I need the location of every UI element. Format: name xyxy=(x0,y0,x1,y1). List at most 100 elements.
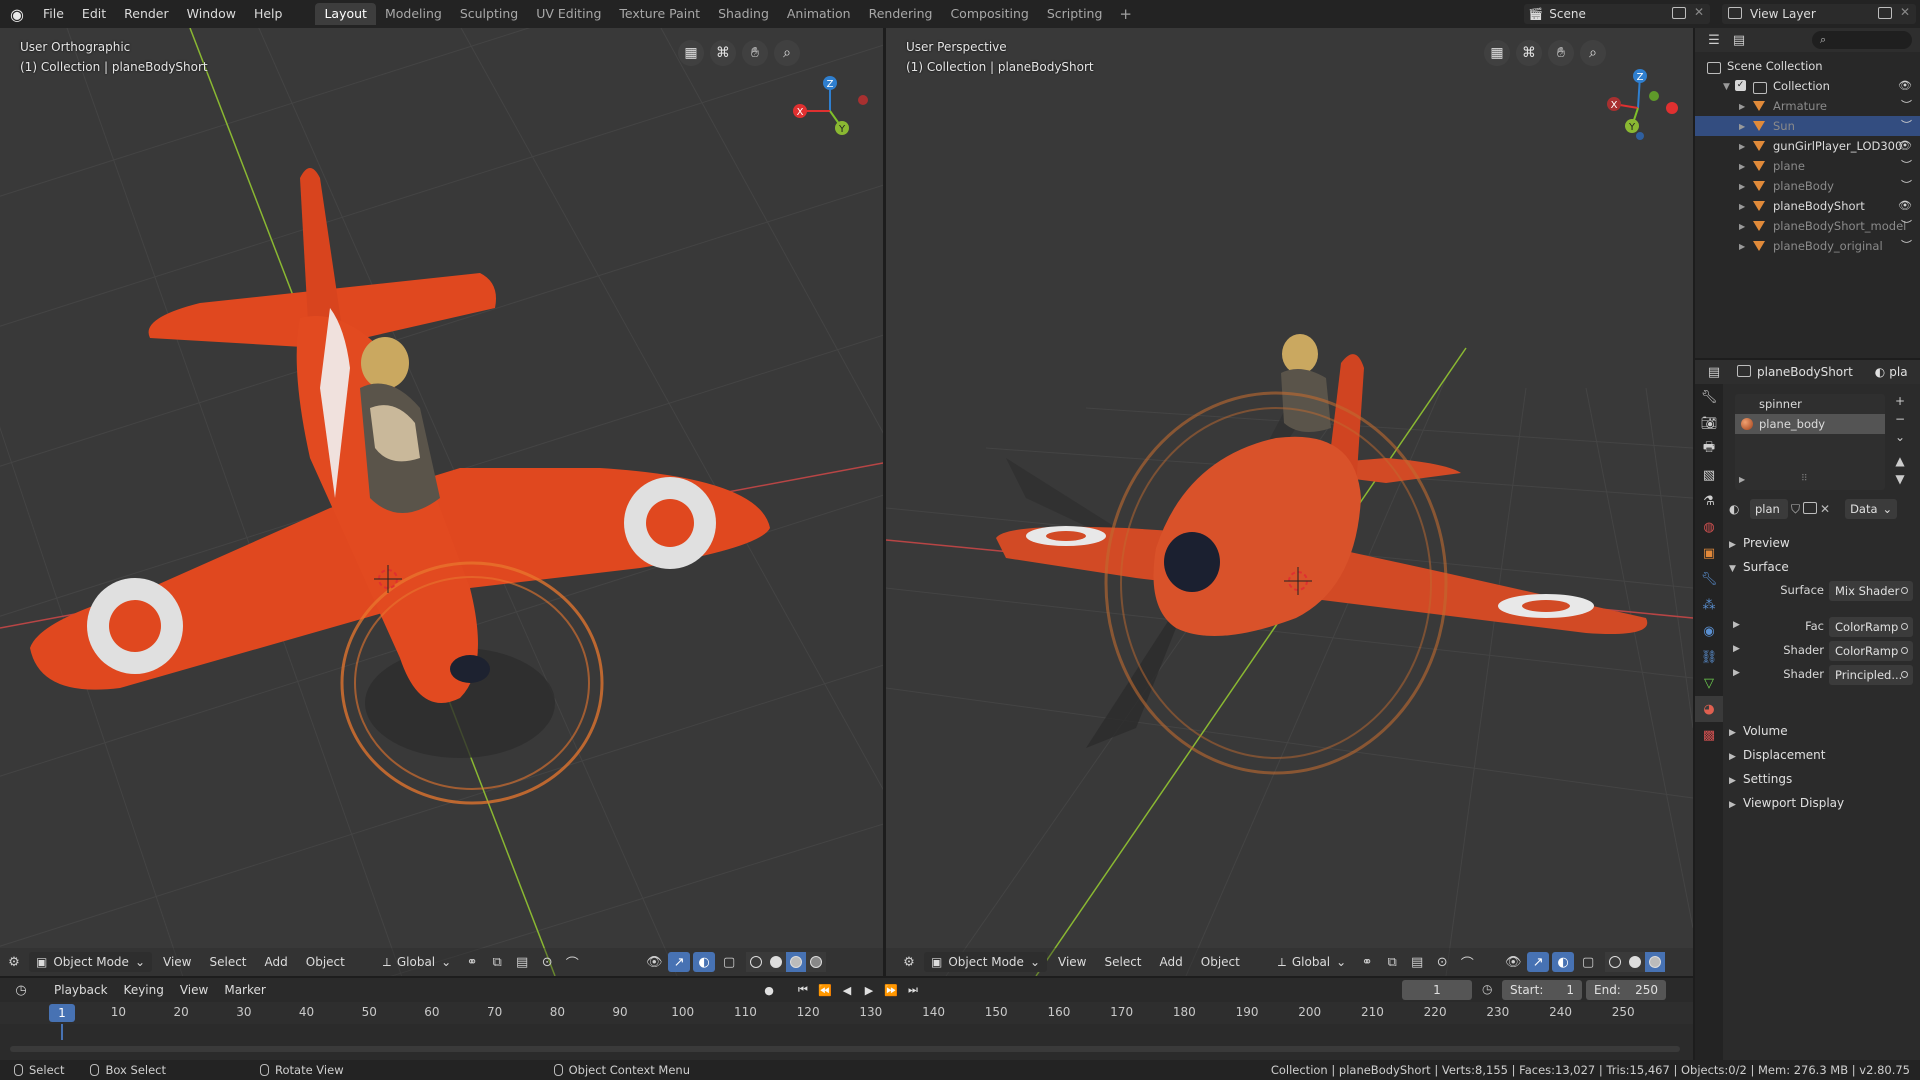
menu-file[interactable]: File xyxy=(34,0,73,28)
eye-icon[interactable]: ︶ xyxy=(1901,176,1912,196)
expand-arrow-icon[interactable]: ▶ xyxy=(1739,237,1745,257)
scene-selector[interactable]: 🎬︎ Scene ✕ xyxy=(1524,4,1710,24)
panel-volume[interactable]: ▶ Volume xyxy=(1729,720,1788,742)
texture-tab-icon[interactable]: ▩ xyxy=(1695,722,1723,748)
proportional-edit-icon[interactable]: ⊙ xyxy=(536,952,558,972)
tab-modeling[interactable]: Modeling xyxy=(376,3,451,25)
shader-input-value[interactable]: Mix Shader xyxy=(1829,581,1913,601)
shader-input-value[interactable]: ColorRamp xyxy=(1829,617,1913,637)
eye-icon[interactable]: ︶ xyxy=(1901,236,1912,256)
tool-tab-icon[interactable]: 🔧︎ xyxy=(1695,384,1723,410)
editor-type-icon[interactable]: ⚙ xyxy=(898,952,920,972)
pivot-icon[interactable]: ⚭ xyxy=(461,952,483,972)
eye-icon[interactable]: 👁︎ xyxy=(1898,76,1912,96)
expand-arrow-icon[interactable]: ▶ xyxy=(1739,117,1745,137)
menu-marker[interactable]: Marker xyxy=(216,983,273,997)
expand-arrow-icon[interactable]: ▶ xyxy=(1739,97,1745,117)
outliner-row-collection[interactable]: ▼ ✓ Collection 👁︎ xyxy=(1695,76,1920,96)
remove-slot-icon[interactable]: − xyxy=(1891,412,1909,430)
pan-hand-icon[interactable]: ✋︎ xyxy=(1548,40,1574,66)
timeline-editor-type-icon[interactable]: ◷ xyxy=(10,980,32,1000)
menu-object[interactable]: Object xyxy=(1194,952,1247,972)
menu-view[interactable]: View xyxy=(156,952,198,972)
outliner-row-object[interactable]: ▶ gunGirlPlayer_LOD300 👁︎ xyxy=(1695,136,1920,156)
output-tab-icon[interactable]: 🖶 xyxy=(1695,436,1723,462)
world-tab-icon[interactable]: ◍ xyxy=(1695,514,1723,540)
viewport-left[interactable]: Z X Y User Orthographic (1) Collection |… xyxy=(0,28,883,976)
record-icon[interactable]: ● xyxy=(760,980,778,1000)
outliner-row-object[interactable]: ▶ plane ︶ xyxy=(1695,156,1920,176)
expand-arrow-icon[interactable]: ▶ xyxy=(1739,197,1745,217)
visibility-icon[interactable]: 👁︎ xyxy=(643,952,665,972)
close-scene-icon[interactable]: ✕ xyxy=(1694,5,1704,19)
overlay-toggle-icon[interactable]: ◐ xyxy=(693,952,716,972)
material-tab-icon[interactable]: ◕ xyxy=(1695,696,1723,722)
jump-start-icon[interactable]: ⏮ xyxy=(794,980,812,1000)
menu-add[interactable]: Add xyxy=(1153,952,1190,972)
visibility-icon[interactable]: 👁︎ xyxy=(1502,952,1524,972)
current-frame-indicator[interactable]: 1 xyxy=(49,1004,75,1022)
play-icon[interactable]: ▶ xyxy=(860,980,878,1000)
zoom-icon[interactable]: ⌕ xyxy=(774,40,800,66)
snap-target-icon[interactable]: ▤ xyxy=(511,952,533,972)
snap-icon[interactable]: ⧉ xyxy=(1381,952,1403,972)
jump-end-icon[interactable]: ⏭ xyxy=(904,980,922,1000)
wireframe-shading-icon[interactable] xyxy=(1605,952,1626,972)
material-slot-list[interactable]: spinner plane_body ▶ ⠿ xyxy=(1735,394,1885,490)
shader-input-value[interactable]: ColorRamp xyxy=(1829,641,1913,661)
object-data-tab-icon[interactable]: ▽ xyxy=(1695,670,1723,696)
play-reverse-icon[interactable]: ◀ xyxy=(838,980,856,1000)
browse-material-icon[interactable]: ◐ xyxy=(1729,502,1747,516)
expand-arrow-icon[interactable]: ▼ xyxy=(1723,77,1730,97)
perspective-grid-icon[interactable]: ▦ xyxy=(1484,40,1510,66)
viewport-right[interactable]: Z X Y User Perspective (1) Collection | … xyxy=(886,28,1693,976)
physics-tab-icon[interactable]: ◉ xyxy=(1695,618,1723,644)
falloff-icon[interactable]: ⌒ xyxy=(1456,952,1478,972)
scene-tab-icon[interactable]: ⚗ xyxy=(1695,488,1723,514)
gizmo-toggle-icon[interactable]: ↗ xyxy=(1527,952,1550,972)
editor-type-icon[interactable]: ⚙ xyxy=(3,952,25,972)
collapse-arrow-icon[interactable]: ▶ xyxy=(1733,644,1740,654)
gizmo-neg-x-icon[interactable] xyxy=(1666,102,1678,114)
jump-keyframe-forward-icon[interactable]: ⏩ xyxy=(882,980,900,1000)
gizmo-neg-z-icon[interactable] xyxy=(1636,132,1644,140)
jump-keyframe-back-icon[interactable]: ⏪ xyxy=(816,980,834,1000)
expand-arrow-icon[interactable]: ▶ xyxy=(1739,137,1745,157)
outliner-row-object[interactable]: ▶ Armature ︶ xyxy=(1695,96,1920,116)
modifier-tab-icon[interactable]: 🔧︎ xyxy=(1695,566,1723,592)
properties-editor-type-icon[interactable]: ▤ xyxy=(1703,362,1725,382)
outliner-row-object[interactable]: ▶ Sun ︶ xyxy=(1695,116,1920,136)
timeline-scrollbar[interactable] xyxy=(10,1046,1680,1052)
panel-displacement[interactable]: ▶ Displacement xyxy=(1729,744,1826,766)
menu-view[interactable]: View xyxy=(1051,952,1093,972)
outliner-row-object[interactable]: ▶ planeBody ︶ xyxy=(1695,176,1920,196)
falloff-icon[interactable]: ⌒ xyxy=(561,952,583,972)
snap-icon[interactable]: ⧉ xyxy=(486,952,508,972)
eye-icon[interactable]: ︶ xyxy=(1901,216,1912,236)
start-frame-field[interactable]: Start: 1 xyxy=(1502,980,1582,1000)
view-layer-selector[interactable]: View Layer ✕ xyxy=(1722,4,1916,24)
tab-compositing[interactable]: Compositing xyxy=(941,3,1037,25)
fake-user-icon[interactable]: ⛉ xyxy=(1791,502,1800,517)
tab-shading[interactable]: Shading xyxy=(709,3,778,25)
pan-hand-icon[interactable]: ✋︎ xyxy=(742,40,768,66)
eye-icon[interactable]: 👁︎ xyxy=(1898,196,1912,216)
expand-arrow-icon[interactable]: ▶ xyxy=(1739,157,1745,177)
outliner-editor-type-icon[interactable]: ☰ xyxy=(1703,30,1725,50)
duplicate-material-icon[interactable] xyxy=(1803,501,1818,517)
outliner-row-object[interactable]: ▶ planeBody_original ︶ xyxy=(1695,236,1920,256)
tab-sculpting[interactable]: Sculpting xyxy=(451,3,527,25)
tab-uv-editing[interactable]: UV Editing xyxy=(527,3,610,25)
camera-icon[interactable]: ⌘ xyxy=(710,40,736,66)
tab-texture-paint[interactable]: Texture Paint xyxy=(610,3,709,25)
material-name-field[interactable]: plan xyxy=(1750,499,1788,519)
copy-scene-icon[interactable] xyxy=(1672,7,1686,22)
snap-target-icon[interactable]: ▤ xyxy=(1406,952,1428,972)
grid-icon[interactable]: ▦ xyxy=(678,40,704,66)
camera-icon[interactable]: ⌘ xyxy=(1516,40,1542,66)
slot-specials-icon[interactable]: ⌄ xyxy=(1891,430,1909,448)
panel-viewport-display[interactable]: ▶ Viewport Display xyxy=(1729,792,1844,814)
material-shading-icon[interactable] xyxy=(1645,952,1666,972)
panel-preview[interactable]: ▶ Preview xyxy=(1729,532,1790,554)
slot-list-expand-icon[interactable]: ▶ xyxy=(1739,475,1745,484)
